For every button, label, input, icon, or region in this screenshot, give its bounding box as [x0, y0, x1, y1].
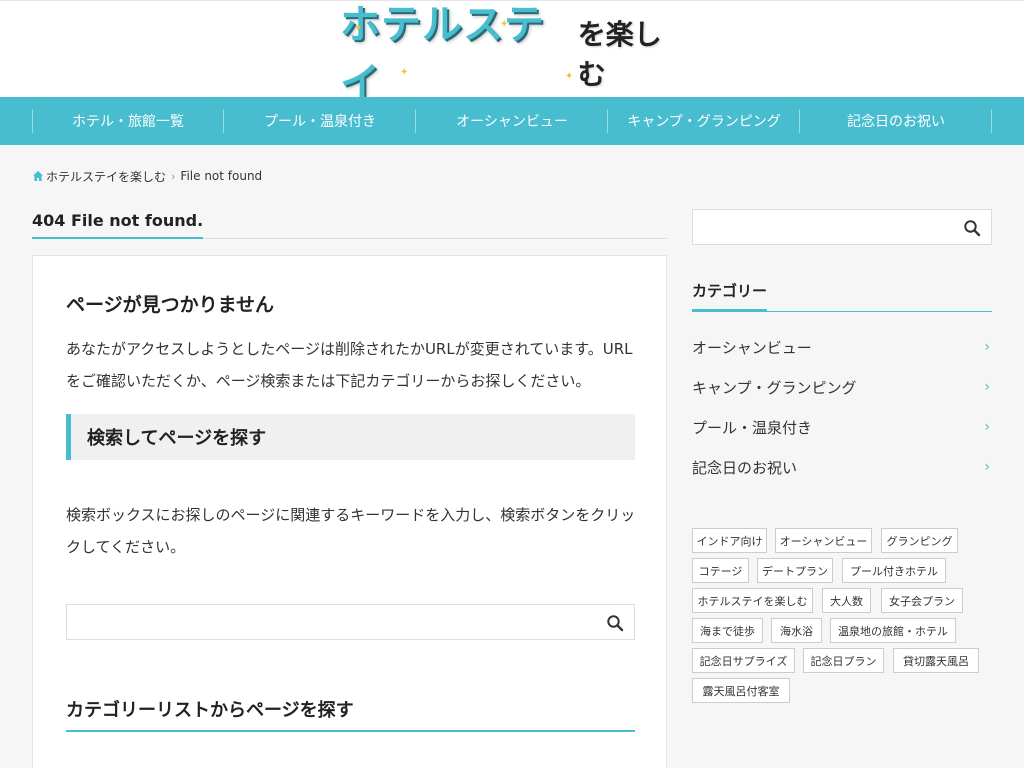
category-label: オーシャンビュー — [692, 338, 812, 357]
chevron-right-icon: › — [984, 419, 990, 435]
sparkle-icon: ✦ — [500, 19, 509, 30]
tag-item[interactable]: 記念日サプライズ — [692, 648, 795, 673]
tag-item[interactable]: 貸切露天風呂 — [893, 648, 979, 673]
category-item[interactable]: オーシャンビュー › — [692, 327, 992, 367]
tag-item[interactable]: 海まで徒歩 — [692, 618, 763, 643]
sparkle-icon: ✦ — [400, 67, 409, 78]
page-title: 404 File not found. — [32, 211, 204, 239]
tag-item[interactable]: 女子会プラン — [881, 588, 963, 613]
sidebar-search-box — [692, 209, 992, 245]
nav-divider — [991, 109, 992, 133]
nav-item-pool[interactable]: プール・温泉付き — [224, 97, 416, 145]
tag-item[interactable]: コテージ — [692, 558, 749, 583]
nav-item-anniversary[interactable]: 記念日のお祝い — [800, 97, 992, 145]
sparkle-icon: ✦ — [565, 71, 574, 82]
tag-item[interactable]: プール付きホテル — [842, 558, 946, 583]
sidebar-category-heading: カテゴリー — [692, 280, 992, 312]
search-icon[interactable] — [963, 219, 981, 237]
main-nav: ホテル・旅館一覧 プール・温泉付き オーシャンビュー キャンプ・グランピング 記… — [0, 97, 1024, 145]
tag-item[interactable]: デートプラン — [757, 558, 833, 583]
content-title: ページが見つかりません — [66, 294, 275, 316]
breadcrumb: ホテルステイを楽しむ › File not found — [32, 168, 262, 184]
site-header: ✦ ✦ ✦ ✦ ホテルステイ を楽しむ — [0, 0, 1024, 106]
main-content-card: ページが見つかりません あなたがアクセスしようとしたページは削除されたかURLが… — [32, 255, 667, 768]
nav-item-oceanview[interactable]: オーシャンビュー — [416, 97, 608, 145]
tag-item[interactable]: グランピング — [881, 528, 958, 553]
category-section-heading: カテゴリーリストからページを探す — [66, 696, 635, 732]
category-label: 記念日のお祝い — [692, 458, 798, 477]
sparkle-icon: ✦ — [354, 23, 363, 34]
nav-item-hotels[interactable]: ホテル・旅館一覧 — [32, 97, 224, 145]
category-label: プール・温泉付き — [692, 418, 813, 437]
sidebar-search-input[interactable] — [693, 210, 991, 244]
chevron-right-icon: › — [984, 339, 990, 355]
category-item[interactable]: 記念日のお祝い › — [692, 447, 992, 487]
tag-item[interactable]: 記念日プラン — [803, 648, 884, 673]
tag-item[interactable]: オーシャンビュー — [775, 528, 872, 553]
page-heading: 404 File not found. — [32, 211, 667, 239]
home-icon — [33, 171, 43, 181]
breadcrumb-home-link[interactable]: ホテルステイを楽しむ — [46, 168, 166, 185]
site-logo[interactable]: ✦ ✦ ✦ ✦ ホテルステイ を楽しむ — [340, 2, 685, 106]
tag-item[interactable]: インドア向け — [692, 528, 767, 553]
logo-sub-text: を楽しむ — [577, 18, 662, 91]
search-section-heading: 検索してページを探す — [66, 414, 635, 460]
content-search-box — [66, 604, 635, 640]
category-item[interactable]: キャンプ・グランピング › — [692, 367, 992, 407]
tag-item[interactable]: 大人数 — [822, 588, 871, 613]
nav-item-camping[interactable]: キャンプ・グランピング — [608, 97, 800, 145]
tag-item[interactable]: 海水浴 — [771, 618, 822, 643]
chevron-right-icon: › — [984, 379, 990, 395]
chevron-right-icon: › — [171, 169, 176, 183]
logo-main-text: ホテルステイ — [340, 2, 545, 106]
chevron-right-icon: › — [984, 459, 990, 475]
search-instructions: 検索ボックスにお探しのページに関連するキーワードを入力し、検索ボタンをクリックし… — [66, 506, 636, 556]
tag-item[interactable]: ホテルステイを楽しむ — [692, 588, 813, 613]
category-item[interactable]: プール・温泉付き › — [692, 407, 992, 447]
tag-item[interactable]: 露天風呂付客室 — [692, 678, 790, 703]
content-search-input[interactable] — [67, 605, 634, 639]
category-label: キャンプ・グランピング — [692, 378, 857, 397]
search-icon[interactable] — [606, 614, 624, 632]
breadcrumb-current: File not found — [180, 169, 263, 183]
tag-item[interactable]: 温泉地の旅館・ホテル — [830, 618, 956, 643]
intro-text: あなたがアクセスしようとしたページは削除されたかURLが変更されています。URL… — [66, 340, 633, 390]
sidebar-category-title: カテゴリー — [692, 280, 768, 312]
